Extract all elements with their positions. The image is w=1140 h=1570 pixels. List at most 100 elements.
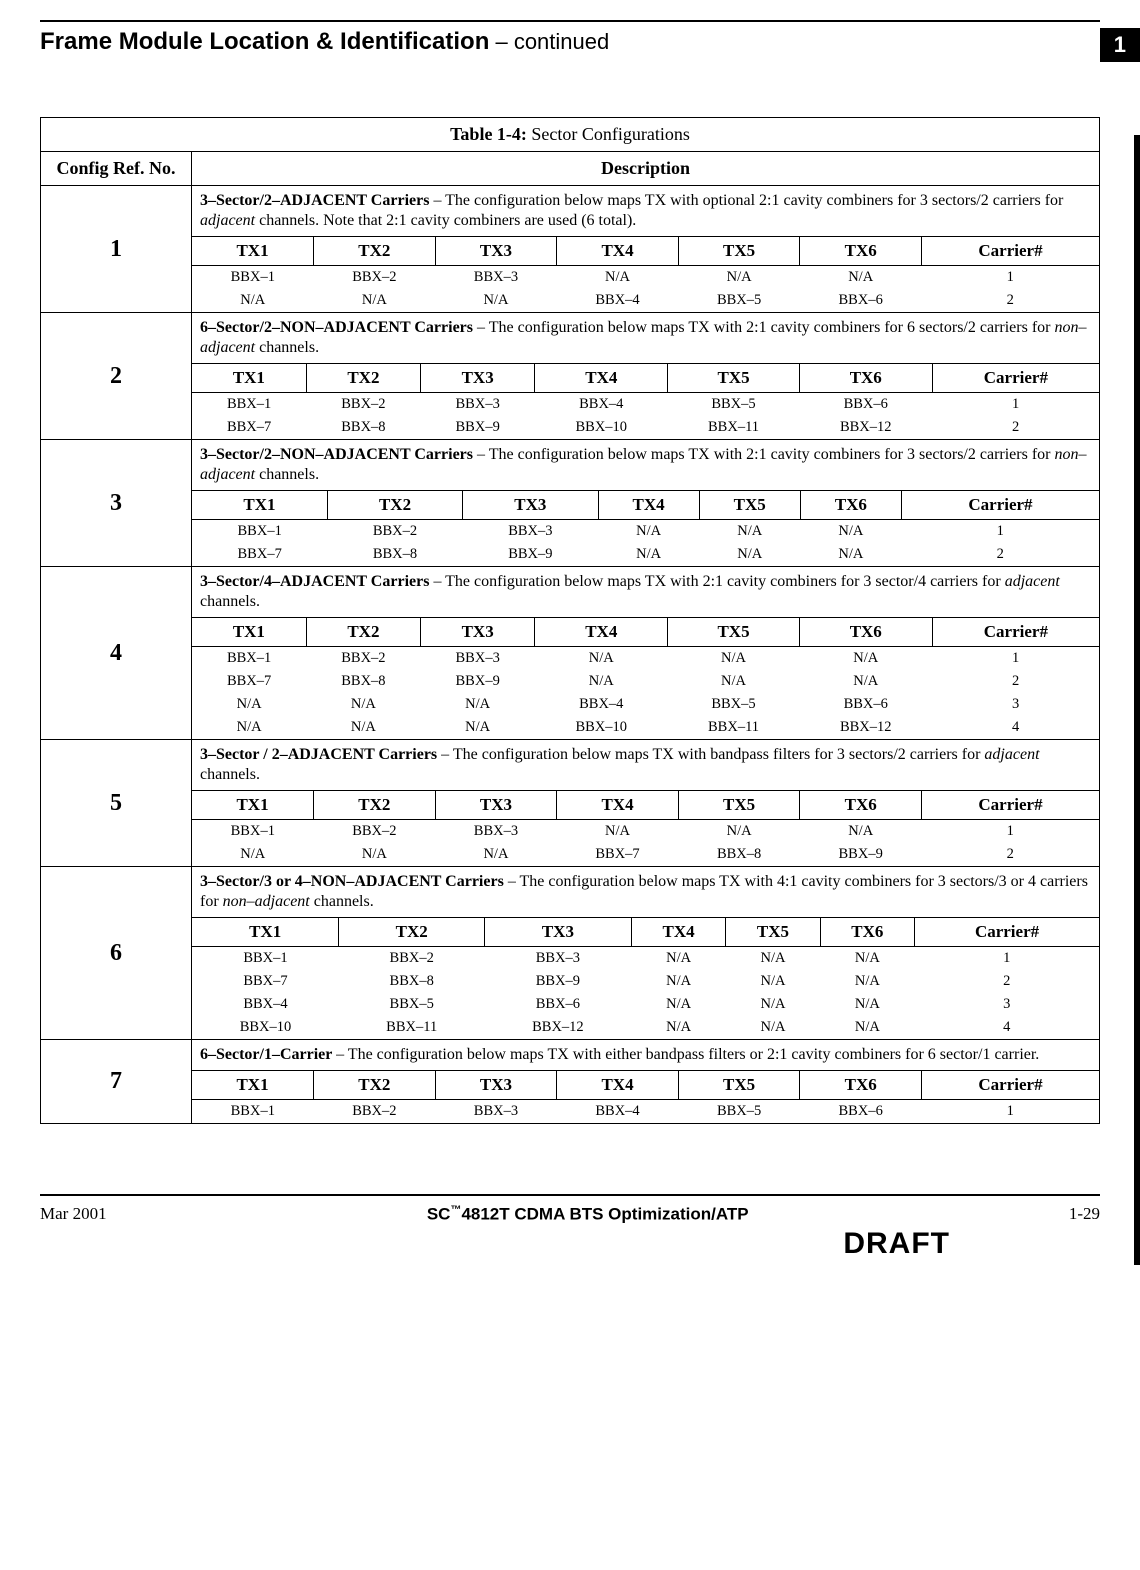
tx-data-cell: BBX–9 <box>800 843 922 866</box>
footer-date: Mar 2001 <box>40 1204 107 1224</box>
config-ref-number: 7 <box>41 1040 192 1123</box>
tx-header-cell: TX6 <box>799 364 932 393</box>
tx-data-cell: BBX–8 <box>327 543 462 566</box>
tx-data-cell: 1 <box>901 520 1099 544</box>
config-description-cell: 3–Sector/4–ADJACENT Carriers – The confi… <box>192 567 1099 739</box>
tx-header-cell: TX1 <box>192 364 306 393</box>
tx-header-cell: Carrier# <box>932 618 1099 647</box>
tx-data-cell: BBX–4 <box>535 693 668 716</box>
tx-data-cell: BBX–1 <box>192 1100 314 1124</box>
tx-data-cell: 1 <box>921 1100 1099 1124</box>
tx-header-cell: TX5 <box>678 1071 800 1100</box>
tx-data-cell: BBX–5 <box>668 693 800 716</box>
tx-data-cell: N/A <box>435 843 557 866</box>
tx-data-cell: BBX–7 <box>192 416 306 439</box>
col-header-desc: Description <box>192 152 1099 185</box>
tx-data-cell: BBX–1 <box>192 820 314 844</box>
config-description-text: 6–Sector/2–NON–ADJACENT Carriers – The c… <box>192 313 1099 363</box>
tx-data-cell: BBX–2 <box>314 820 436 844</box>
tx-data-cell: BBX–10 <box>535 416 668 439</box>
tx-data-cell: BBX–1 <box>192 393 306 417</box>
config-description-text: 3–Sector/3 or 4–NON–ADJACENT Carriers – … <box>192 867 1099 917</box>
tx-data-cell: N/A <box>678 266 800 290</box>
tx-data-cell: BBX–4 <box>192 993 339 1016</box>
tx-data-cell: N/A <box>598 543 699 566</box>
tx-data-row: BBX–1BBX–2BBX–3N/AN/AN/A1 <box>192 266 1099 290</box>
tx-data-cell: N/A <box>192 693 306 716</box>
tx-header-cell: TX4 <box>557 1071 679 1100</box>
page-footer: Mar 2001 SC™4812T CDMA BTS Optimization/… <box>40 1204 1100 1225</box>
tx-data-cell: BBX–3 <box>421 393 535 417</box>
title-continued: – continued <box>489 29 609 54</box>
config-row: 63–Sector/3 or 4–NON–ADJACENT Carriers –… <box>41 867 1099 1040</box>
footer-doc-title: SC™4812T CDMA BTS Optimization/ATP <box>427 1204 749 1225</box>
tx-data-cell: N/A <box>421 693 535 716</box>
tx-data-cell: BBX–9 <box>484 970 631 993</box>
tx-data-cell: BBX–9 <box>421 416 535 439</box>
tx-data-cell: 2 <box>932 416 1099 439</box>
tx-header-cell: Carrier# <box>921 237 1099 266</box>
tx-data-cell: N/A <box>800 520 901 544</box>
tx-data-cell: BBX–2 <box>306 393 420 417</box>
tx-data-cell: BBX–3 <box>435 1100 557 1124</box>
tx-header-cell: TX5 <box>668 364 800 393</box>
tx-header-cell: TX4 <box>557 791 679 820</box>
tx-mapping-table: TX1TX2TX3TX4TX5TX6Carrier#BBX–1BBX–2BBX–… <box>192 1070 1099 1123</box>
tx-header-cell: TX2 <box>339 918 484 947</box>
tx-data-cell: 4 <box>932 716 1099 739</box>
tx-header-cell: TX2 <box>306 364 420 393</box>
tx-data-cell: BBX–5 <box>678 289 800 312</box>
tx-data-cell: BBX–1 <box>192 647 306 671</box>
tx-data-cell: N/A <box>668 647 800 671</box>
config-description-text: 3–Sector/2–NON–ADJACENT Carriers – The c… <box>192 440 1099 490</box>
tx-header-cell: TX1 <box>192 237 314 266</box>
tx-data-cell: N/A <box>192 716 306 739</box>
sector-config-table: Table 1-4: Sector Configurations Config … <box>40 117 1100 1124</box>
tx-data-cell: BBX–5 <box>678 1100 800 1124</box>
tx-data-row: N/AN/AN/ABBX–4BBX–5BBX–63 <box>192 693 1099 716</box>
title-main: Frame Module Location & Identification <box>40 28 489 55</box>
tx-data-row: BBX–1BBX–2BBX–3N/AN/AN/A1 <box>192 820 1099 844</box>
tx-data-cell: N/A <box>726 947 820 971</box>
tx-data-cell: N/A <box>631 970 725 993</box>
tx-data-cell: N/A <box>800 543 901 566</box>
tx-data-row: BBX–4BBX–5BBX–6N/AN/AN/A3 <box>192 993 1099 1016</box>
tx-data-cell: BBX–3 <box>463 520 598 544</box>
tx-data-cell: N/A <box>800 820 922 844</box>
config-ref-number: 4 <box>41 567 192 739</box>
tx-data-cell: BBX–12 <box>799 716 932 739</box>
tx-data-cell: BBX–3 <box>484 947 631 971</box>
tx-header-cell: TX4 <box>631 918 725 947</box>
tx-data-cell: N/A <box>631 993 725 1016</box>
config-ref-number: 2 <box>41 313 192 439</box>
tx-data-cell: BBX–10 <box>535 716 668 739</box>
tx-data-cell: BBX–8 <box>339 970 484 993</box>
config-description-cell: 3–Sector/2–NON–ADJACENT Carriers – The c… <box>192 440 1099 566</box>
tx-data-cell: N/A <box>699 543 800 566</box>
tx-data-row: BBX–1BBX–2BBX–3N/AN/AN/A1 <box>192 947 1099 971</box>
tx-data-cell: N/A <box>314 289 436 312</box>
tx-data-cell: 2 <box>915 970 1099 993</box>
tx-mapping-table: TX1TX2TX3TX4TX5TX6Carrier#BBX–1BBX–2BBX–… <box>192 917 1099 1039</box>
tx-header-cell: TX5 <box>678 237 800 266</box>
config-row: 33–Sector/2–NON–ADJACENT Carriers – The … <box>41 440 1099 567</box>
tx-mapping-table: TX1TX2TX3TX4TX5TX6Carrier#BBX–1BBX–2BBX–… <box>192 363 1099 439</box>
tx-header-cell: TX6 <box>799 618 932 647</box>
tx-data-cell: N/A <box>535 647 668 671</box>
tx-data-cell: BBX–5 <box>339 993 484 1016</box>
tx-header-cell: TX1 <box>192 618 306 647</box>
tx-data-row: BBX–7BBX–8BBX–9N/AN/AN/A2 <box>192 670 1099 693</box>
tx-header-cell: TX6 <box>800 237 922 266</box>
tx-data-cell: N/A <box>557 266 679 290</box>
tx-data-cell: BBX–7 <box>192 970 339 993</box>
tx-data-cell: BBX–3 <box>435 820 557 844</box>
tx-data-cell: BBX–12 <box>484 1016 631 1039</box>
config-ref-number: 1 <box>41 186 192 312</box>
table-title-prefix: Table 1-4: <box>450 124 527 144</box>
tx-data-cell: BBX–3 <box>435 266 557 290</box>
tx-data-cell: N/A <box>820 970 914 993</box>
tx-data-cell: N/A <box>799 670 932 693</box>
tx-data-cell: 4 <box>915 1016 1099 1039</box>
config-row: 76–Sector/1–Carrier – The configuration … <box>41 1040 1099 1124</box>
config-row: 26–Sector/2–NON–ADJACENT Carriers – The … <box>41 313 1099 440</box>
